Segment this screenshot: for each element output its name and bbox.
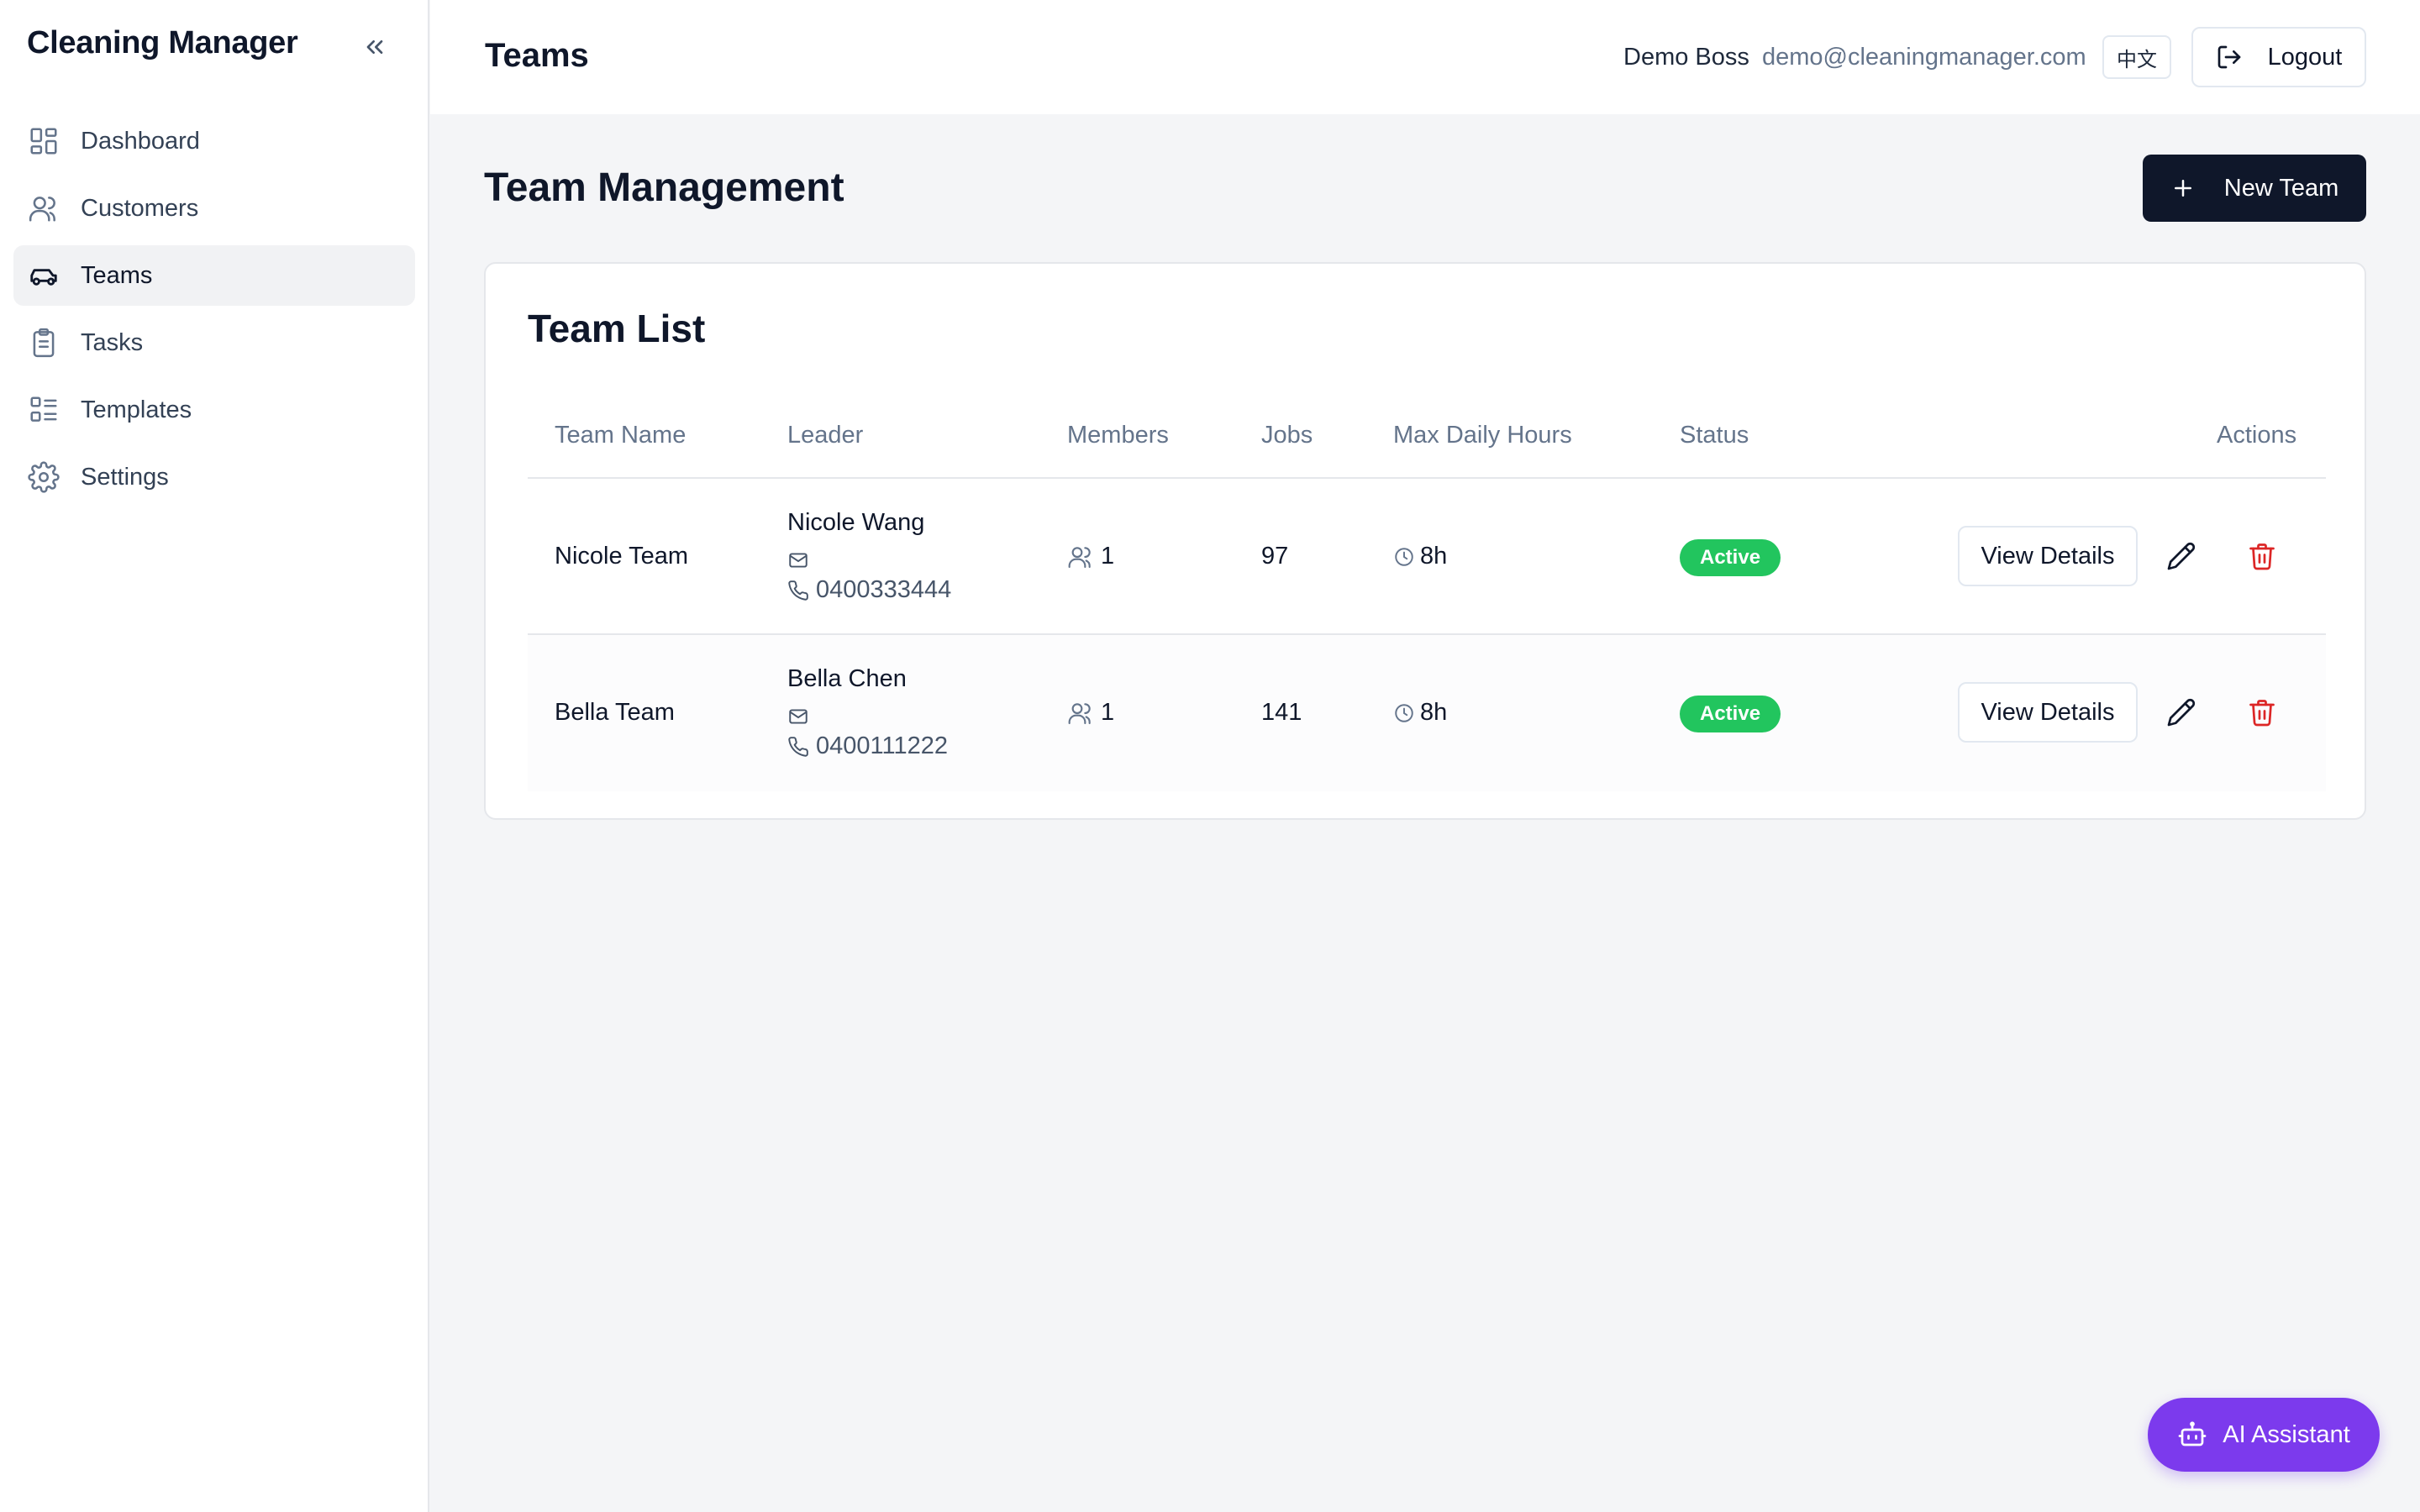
sidebar-item-tasks[interactable]: Tasks [13, 312, 415, 373]
column-header-actions: Actions [2217, 422, 2297, 449]
status-badge: Active [1680, 696, 1781, 732]
ai-assistant-button[interactable]: AI Assistant [2148, 1398, 2380, 1472]
card-title: Team List [528, 307, 706, 350]
logout-label: Logout [2267, 43, 2343, 71]
phone-icon [788, 580, 808, 601]
table-row: Nicole Team Nicole Wang 0400333444 1 97 … [528, 479, 2326, 635]
leader-name: Bella Chen [787, 665, 907, 692]
team-name: Bella Team [555, 699, 675, 726]
phone-number: 0400111222 [816, 732, 948, 759]
collapse-sidebar-button[interactable] [356, 29, 393, 66]
sidebar-item-teams[interactable]: Teams [13, 245, 415, 306]
status-badge: Active [1680, 539, 1781, 576]
language-toggle-button[interactable]: 中文 [2102, 35, 2171, 79]
column-header-max-daily-hours: Max Daily Hours [1393, 422, 1572, 449]
trash-icon[interactable] [2247, 541, 2277, 571]
clipboard-icon [27, 326, 60, 360]
table-row: Bella Team Bella Chen 0400111222 1 141 8… [528, 635, 2326, 791]
clock-icon [1395, 703, 1413, 722]
robot-icon [2178, 1421, 2207, 1446]
app-brand: Cleaning Manager [27, 25, 298, 60]
members-count: 1 [1067, 543, 1114, 570]
column-header-team-name: Team Name [555, 422, 687, 449]
logout-icon [2217, 45, 2240, 69]
sidebar-item-label: Teams [81, 261, 153, 289]
sidebar-nav: Dashboard Customers Teams Tasks Template… [13, 111, 415, 514]
new-team-button[interactable]: New Team [2143, 155, 2366, 222]
view-details-button[interactable]: View Details [1958, 526, 2138, 586]
team-list-card: Team List Team Name Leader Members Jobs … [484, 262, 2366, 820]
members-value: 1 [1101, 543, 1115, 570]
sidebar-item-settings[interactable]: Settings [13, 447, 415, 507]
sidebar: Cleaning Manager Dashboard Customers Tea… [0, 0, 429, 1512]
gear-icon [27, 460, 60, 494]
car-icon [27, 259, 60, 292]
users-icon [1068, 546, 1091, 568]
phone-number: 0400333444 [816, 576, 952, 603]
sidebar-item-label: Settings [81, 463, 169, 491]
user-name: Demo Boss [1623, 44, 1749, 71]
leader-phone: 0400111222 [787, 732, 948, 760]
page-title: Team Management [484, 165, 844, 210]
top-header: Teams Demo Boss demo@cleaningmanager.com… [430, 0, 2420, 114]
hours-value: 8h [1420, 543, 1448, 570]
max-daily-hours: 8h [1393, 543, 1447, 570]
members-count: 1 [1067, 699, 1114, 727]
leader-name: Nicole Wang [787, 509, 925, 536]
table-header: Team Name Leader Members Jobs Max Daily … [528, 390, 2326, 479]
phone-icon [788, 736, 808, 757]
column-header-leader: Leader [787, 422, 864, 449]
users-icon [1068, 702, 1091, 724]
header-title: Teams [485, 37, 589, 74]
logout-button[interactable]: Logout [2191, 27, 2366, 87]
column-header-status: Status [1680, 422, 1749, 449]
sidebar-item-label: Customers [81, 194, 199, 222]
view-details-button[interactable]: View Details [1958, 682, 2138, 743]
column-header-members: Members [1067, 422, 1169, 449]
ai-assistant-label: AI Assistant [2223, 1420, 2350, 1448]
trash-icon[interactable] [2247, 697, 2277, 727]
user-email: demo@cleaningmanager.com [1762, 44, 2086, 71]
users-icon [27, 192, 60, 225]
sidebar-item-dashboard[interactable]: Dashboard [13, 111, 415, 171]
sidebar-item-templates[interactable]: Templates [13, 380, 415, 440]
jobs-count: 97 [1261, 543, 1289, 570]
sidebar-item-label: Tasks [81, 328, 144, 356]
teams-table: Team Name Leader Members Jobs Max Daily … [528, 390, 2326, 791]
sidebar-item-label: Dashboard [81, 127, 200, 155]
hours-value: 8h [1420, 699, 1448, 726]
plus-icon [2174, 180, 2191, 197]
chevrons-left-icon [366, 39, 383, 54]
edit-pencil-icon[interactable] [2166, 541, 2196, 571]
sidebar-item-customers[interactable]: Customers [13, 178, 415, 239]
column-header-jobs: Jobs [1261, 422, 1313, 449]
team-name: Nicole Team [555, 543, 689, 570]
list-icon [27, 393, 60, 427]
sidebar-item-label: Templates [81, 396, 192, 423]
jobs-count: 141 [1261, 699, 1302, 726]
mail-icon [789, 553, 808, 568]
new-team-label: New Team [2223, 174, 2339, 202]
members-value: 1 [1101, 699, 1115, 726]
dashboard-icon [27, 124, 60, 158]
edit-pencil-icon[interactable] [2166, 697, 2196, 727]
leader-phone: 0400333444 [787, 576, 951, 604]
mail-icon [789, 709, 808, 724]
clock-icon [1395, 547, 1413, 566]
max-daily-hours: 8h [1393, 699, 1447, 727]
